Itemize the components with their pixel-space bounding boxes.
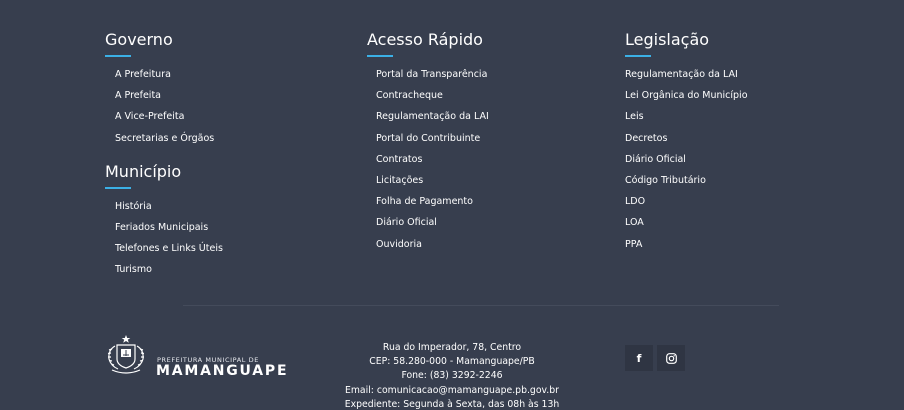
governo-link-item: A Prefeita	[105, 85, 223, 106]
acesso-link-item: Diário Oficial	[367, 212, 489, 233]
governo-link-item: A Vice-Prefeita	[105, 106, 223, 127]
acesso-link-item: Folha de Pagamento	[367, 191, 489, 212]
link-contratos[interactable]: Contratos	[376, 154, 422, 165]
legislacao-link-item: Lei Orgânica do Município	[625, 85, 748, 106]
link-a-prefeita[interactable]: A Prefeita	[115, 90, 161, 101]
legislacao-link-item: Regulamentação da LAI	[625, 64, 748, 85]
link-decretos[interactable]: Decretos	[625, 133, 667, 144]
legislacao-link-item: Código Tributário	[625, 170, 748, 191]
governo-link-item: Secretarias e Órgãos	[105, 128, 223, 149]
prefeitura-logo[interactable]: PREFEITURA MUNICIPAL DE MAMANGUAPE	[104, 334, 287, 379]
legislacao-link-item: Decretos	[625, 128, 748, 149]
governo-title-underline	[105, 55, 131, 57]
link-folha-de-pagamento[interactable]: Folha de Pagamento	[376, 196, 473, 207]
link-ldo[interactable]: LDO	[625, 196, 645, 207]
municipio-title-underline	[105, 186, 131, 189]
link-secretarias-e-orgaos[interactable]: Secretarias e Órgãos	[115, 133, 214, 144]
acesso-rapido-links: Portal da Transparência Contracheque Reg…	[367, 64, 489, 255]
link-a-prefeitura[interactable]: A Prefeitura	[115, 69, 171, 80]
link-contracheque[interactable]: Contracheque	[376, 90, 443, 101]
link-ppa[interactable]: PPA	[625, 239, 642, 250]
logo-text-mamanguape: MAMANGUAPE	[156, 363, 289, 379]
instagram-button[interactable]	[657, 345, 685, 371]
municipio-section: Município História Feriados Municipais T…	[105, 162, 223, 281]
acesso-link-item: Ouvidoria	[367, 234, 489, 255]
link-historia[interactable]: História	[115, 201, 152, 212]
acesso-rapido-title-underline	[367, 55, 393, 57]
address-phone: Fone: (83) 3292-2246	[401, 370, 503, 382]
municipio-link-item: Telefones e Links Úteis	[105, 238, 223, 259]
link-feriados-municipais[interactable]: Feriados Municipais	[115, 222, 208, 233]
legislacao-links: Regulamentação da LAI Lei Orgânica do Mu…	[625, 64, 748, 255]
acesso-rapido-title: Acesso Rápido	[367, 30, 483, 49]
address-street: Rua do Imperador, 78, Centro	[382, 342, 522, 353]
instagram-icon	[665, 352, 677, 364]
legislacao-link-item: LOA	[625, 212, 748, 233]
link-a-vice-prefeita[interactable]: A Vice-Prefeita	[115, 111, 184, 122]
legislacao-link-item: LDO	[625, 191, 748, 212]
link-regulamentacao-da-lai[interactable]: Regulamentação da LAI	[376, 111, 489, 122]
address-email[interactable]: Email: comunicacao@mamanguape.pb.gov.br	[300, 384, 604, 398]
governo-link-item: A Prefeitura	[105, 64, 223, 85]
acesso-link-item: Regulamentação da LAI	[367, 106, 489, 127]
contact-address: Rua do Imperador, 78, Centro CEP: 58.280…	[300, 341, 604, 410]
link-ouvidoria[interactable]: Ouvidoria	[376, 239, 422, 250]
acesso-link-item: Contratos	[367, 149, 489, 170]
municipio-title: Município	[105, 161, 182, 181]
link-codigo-tributario[interactable]: Código Tributário	[625, 175, 706, 186]
legislacao-title-underline	[625, 55, 651, 57]
address-cep: CEP: 58.280-000 - Mamanguape/PB	[369, 356, 535, 368]
municipio-link-item: Turismo	[105, 259, 223, 280]
legislacao-link-item: Diário Oficial	[625, 149, 748, 170]
governo-column: Governo A Prefeitura A Prefeita A Vice-P…	[105, 30, 223, 281]
link-portal-da-transparencia[interactable]: Portal da Transparência	[376, 69, 487, 80]
acesso-link-item: Portal do Contribuinte	[367, 128, 489, 149]
link-telefones-e-links-uteis[interactable]: Telefones e Links Úteis	[115, 243, 223, 254]
link-diario-oficial[interactable]: Diário Oficial	[625, 154, 686, 165]
acesso-link-item: Contracheque	[367, 85, 489, 106]
municipio-links: História Feriados Municipais Telefones e…	[105, 196, 223, 281]
link-turismo[interactable]: Turismo	[115, 264, 152, 275]
address-hours: Expediente: Segunda à Sexta, das 08h às …	[344, 398, 560, 410]
legislacao-title: Legislação	[625, 30, 710, 49]
acesso-link-item: Licitações	[367, 170, 489, 191]
municipio-link-item: História	[105, 196, 223, 217]
link-regulamentacao-da-lai[interactable]: Regulamentação da LAI	[625, 69, 738, 80]
link-diario-oficial[interactable]: Diário Oficial	[376, 217, 437, 228]
legislacao-link-item: Leis	[625, 106, 748, 127]
governo-links: A Prefeitura A Prefeita A Vice-Prefeita …	[105, 64, 223, 149]
link-licitacoes[interactable]: Licitações	[376, 175, 423, 186]
coat-of-arms-icon	[107, 335, 145, 374]
legislacao-column: Legislação Regulamentação da LAI Lei Org…	[625, 30, 748, 255]
link-lei-organica[interactable]: Lei Orgânica do Município	[625, 90, 748, 101]
link-portal-do-contribuinte[interactable]: Portal do Contribuinte	[376, 133, 480, 144]
link-loa[interactable]: LOA	[625, 217, 644, 228]
site-footer: Governo A Prefeitura A Prefeita A Vice-P…	[0, 0, 904, 410]
facebook-button[interactable]: f	[625, 345, 653, 371]
municipio-link-item: Feriados Municipais	[105, 217, 223, 238]
governo-title: Governo	[105, 30, 173, 49]
legislacao-link-item: PPA	[625, 234, 748, 255]
facebook-icon: f	[636, 351, 642, 365]
acesso-link-item: Portal da Transparência	[367, 64, 489, 85]
link-leis[interactable]: Leis	[625, 111, 644, 122]
acesso-rapido-column: Acesso Rápido Portal da Transparência Co…	[367, 30, 489, 255]
footer-divider	[183, 305, 779, 306]
